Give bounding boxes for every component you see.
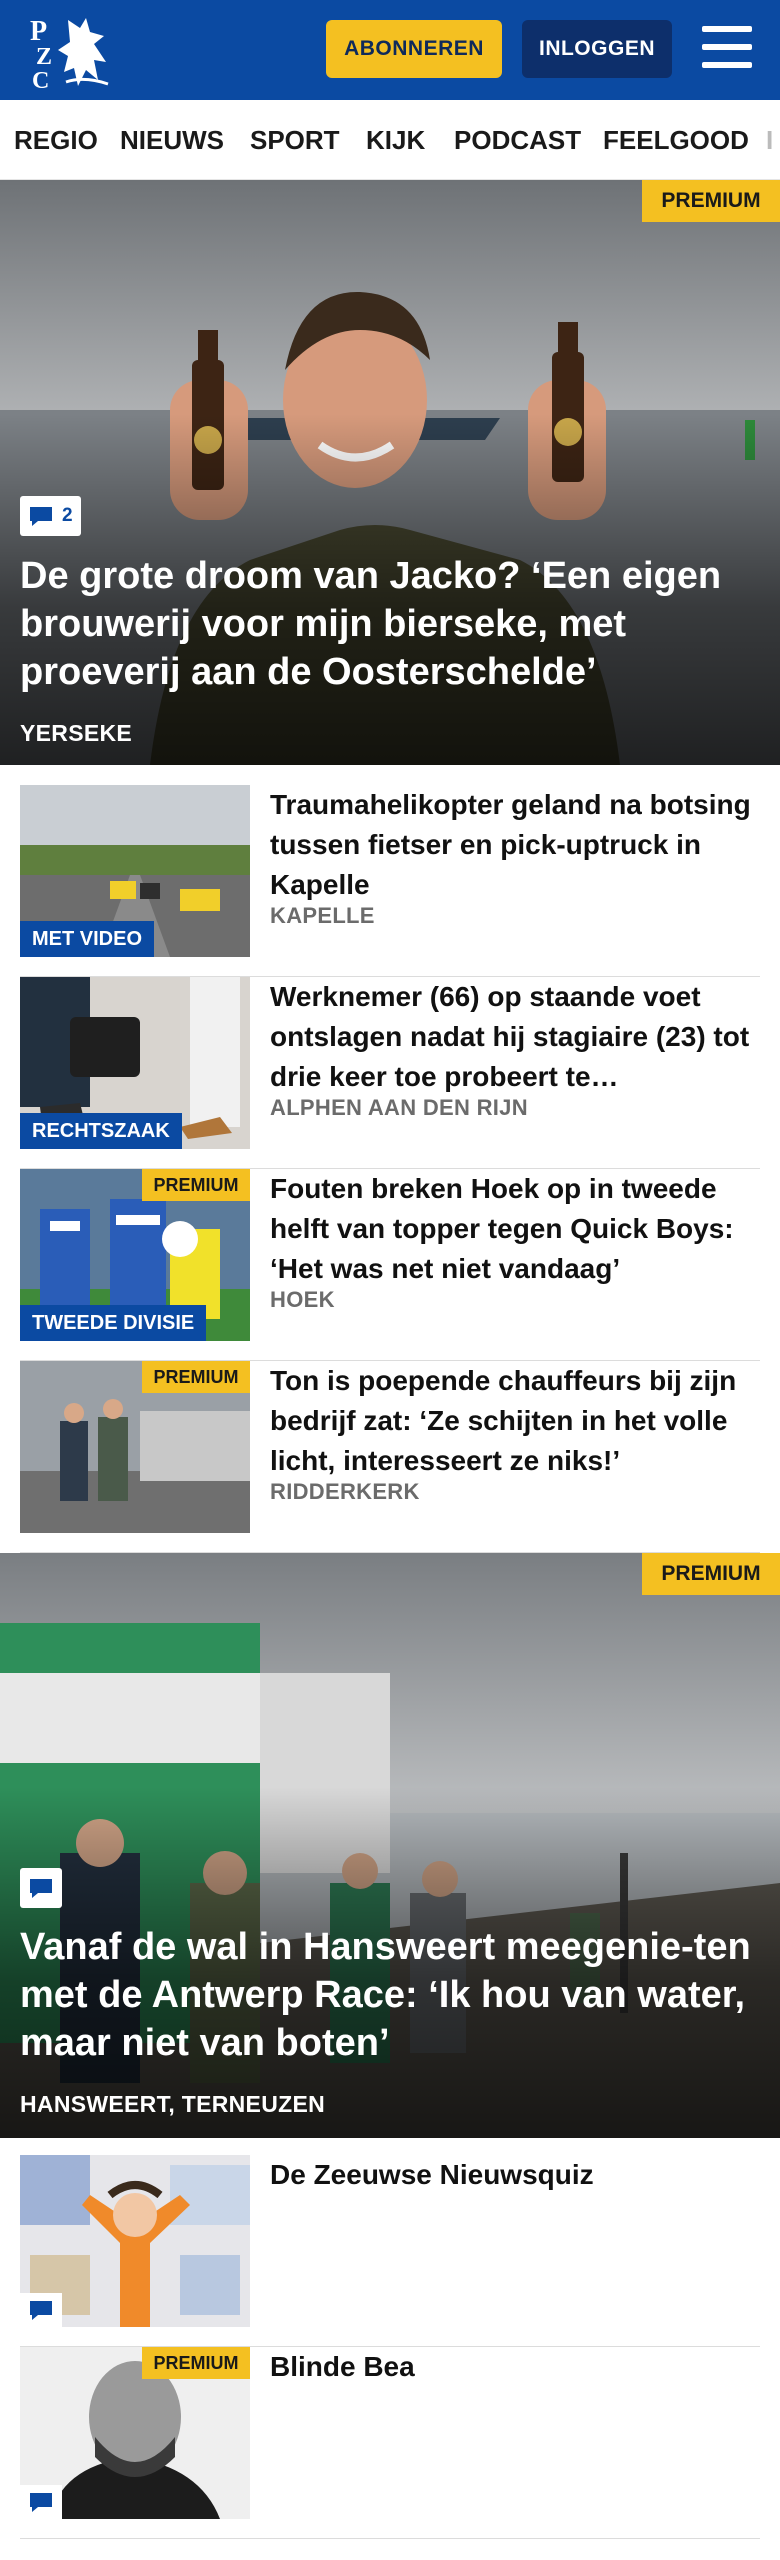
item-headline[interactable]: Ton is poepende chauffeurs bij zijn bedr… [270, 1361, 760, 1481]
hero-location: HANSWEERT, TERNEUZEN [20, 2091, 326, 2117]
item-headline[interactable]: Fouten breken Hoek op in tweede helft va… [270, 1169, 760, 1289]
comment-badge[interactable] [20, 1868, 62, 1908]
comment-count: 2 [62, 505, 73, 526]
nav-item-cut-off[interactable]: I [766, 100, 773, 179]
comment-badge[interactable] [20, 2293, 62, 2327]
nav-item-feelgood[interactable]: FEELGOOD [603, 100, 749, 179]
tag-label: TWEEDE DIVISIE [20, 1305, 207, 1341]
nav-item-nieuws[interactable]: NIEUWS [120, 100, 224, 179]
article-thumbnail: PREMIUM TWEEDE DIVISIE [20, 1169, 250, 1341]
comment-icon [30, 1879, 52, 1898]
item-location: KAPELLE [270, 903, 375, 928]
item-location: HOEK [270, 1287, 335, 1312]
item-headline[interactable]: De Zeeuwse Nieuwsquiz [270, 2155, 760, 2195]
list-item[interactable]: PREMIUM Blinde Bea [20, 2347, 760, 2539]
comment-icon [30, 2493, 52, 2512]
item-headline[interactable]: Werknemer (66) op staande voet ontslagen… [270, 977, 760, 1097]
hero-headline[interactable]: Vanaf de wal in Hansweert meegenie-ten m… [20, 1923, 760, 2067]
article-thumbnail: MET VIDEO [20, 785, 250, 957]
premium-badge: PREMIUM [642, 180, 780, 222]
item-headline[interactable]: Traumahelikopter geland na botsing tusse… [270, 785, 760, 905]
list-item[interactable]: PREMIUM Ton is poepende chauffeurs bij z… [20, 1361, 760, 1553]
comment-icon [30, 507, 52, 526]
section-nav: REGIO NIEUWS SPORT KIJK PODCAST FEELGOOD… [0, 100, 780, 180]
svg-text:C: C [32, 68, 49, 90]
hero-headline[interactable]: De grote droom van Jacko? ‘Een eigen bro… [20, 552, 760, 696]
svg-text:Z: Z [36, 44, 52, 70]
hero-location: YERSEKE [20, 720, 133, 746]
hero-article-hansweert[interactable]: PREMIUM Vanaf de wal in Hansweert meegen… [0, 1553, 780, 2138]
list-item[interactable]: MET VIDEO Traumahelikopter geland na bot… [20, 785, 760, 977]
premium-badge: PREMIUM [642, 1553, 780, 1595]
site-header: P Z C ABONNEREN INLOGGEN [0, 0, 780, 100]
premium-badge: PREMIUM [142, 1169, 250, 1201]
list-item[interactable]: RECHTSZAAK Werknemer (66) op staande voe… [20, 977, 760, 1169]
article-thumbnail: RECHTSZAAK [20, 977, 250, 1149]
item-headline[interactable]: Blinde Bea [270, 2347, 760, 2387]
tag-label: RECHTSZAAK [20, 1113, 182, 1149]
comment-icon [30, 2301, 52, 2320]
pzc-logo[interactable]: P Z C [28, 10, 114, 94]
subscribe-button[interactable]: ABONNEREN [326, 20, 502, 78]
hero-article-jacko[interactable]: PREMIUM 2 De grote droom van Jacko? ‘Een… [0, 180, 780, 765]
article-thumbnail [20, 2155, 250, 2327]
item-location: ALPHEN AAN DEN RIJN [270, 1095, 528, 1120]
item-location: RIDDERKERK [270, 1479, 420, 1504]
nav-item-podcast[interactable]: PODCAST [454, 100, 581, 179]
tag-label: MET VIDEO [20, 921, 155, 957]
comment-badge[interactable] [20, 2485, 62, 2519]
comment-count-badge[interactable]: 2 [20, 496, 81, 536]
premium-badge: PREMIUM [142, 2347, 250, 2379]
nav-item-sport[interactable]: SPORT [250, 100, 340, 179]
list-item[interactable]: PREMIUM TWEEDE DIVISIE Fouten breken Hoe… [20, 1169, 760, 1361]
article-thumbnail: PREMIUM [20, 2347, 250, 2519]
list-item[interactable]: De Zeeuwse Nieuwsquiz [20, 2155, 760, 2347]
premium-badge: PREMIUM [142, 1361, 250, 1393]
article-thumbnail: PREMIUM [20, 1361, 250, 1533]
hamburger-menu-icon[interactable] [700, 24, 754, 70]
nav-item-kijk[interactable]: KIJK [366, 100, 425, 179]
nav-item-regio[interactable]: REGIO [14, 100, 98, 179]
svg-text:P: P [30, 16, 47, 47]
login-button[interactable]: INLOGGEN [522, 20, 672, 78]
